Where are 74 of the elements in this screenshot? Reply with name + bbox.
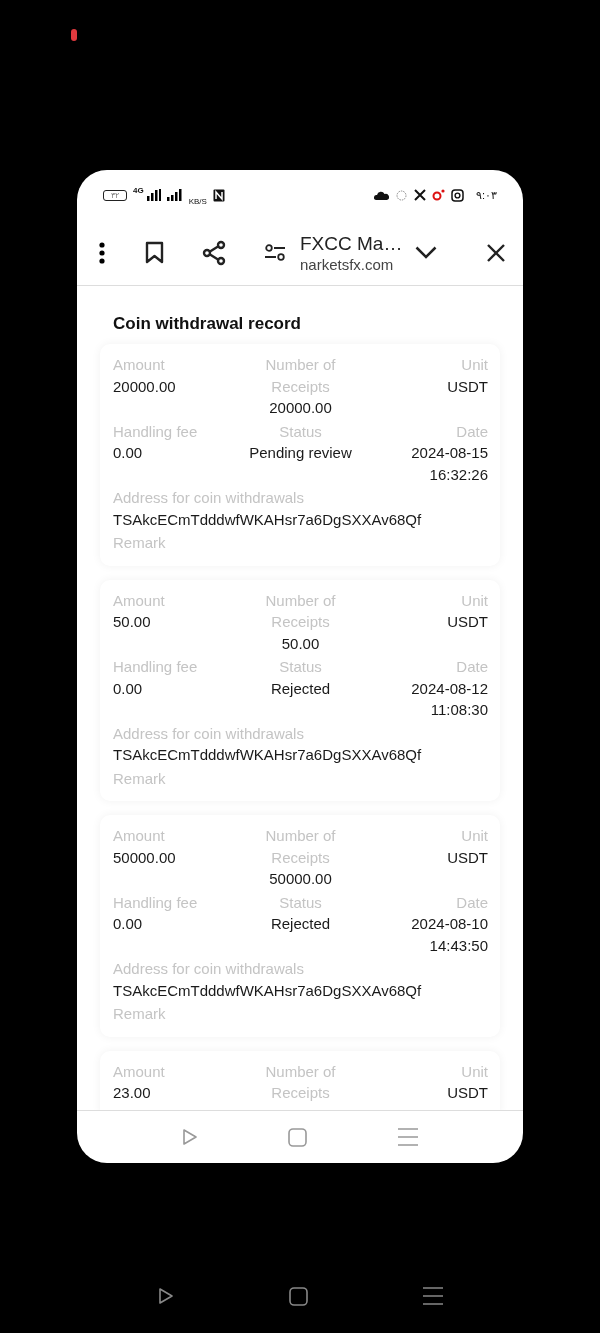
field-value: 0.00 <box>113 678 144 699</box>
chevron-down-icon[interactable] <box>415 246 437 259</box>
nfc-icon <box>212 188 225 202</box>
field-label: Number of Receipts <box>264 826 337 868</box>
page-title: FXCC Ma… <box>300 232 404 256</box>
field-label: Number of Receipts <box>264 355 337 397</box>
field-label: Status <box>279 421 322 442</box>
field-value: 50000.00 <box>113 847 177 868</box>
section-heading: Coin withdrawal record <box>113 314 302 334</box>
field-value: USDT <box>447 1083 488 1103</box>
field-label: Unit <box>461 826 488 846</box>
more-icon[interactable] <box>99 241 105 264</box>
field-value: TSAkcECmTdddwfWKAHsr7a6DgSXXAv68Qf <box>113 980 422 1001</box>
home-icon[interactable] <box>288 1286 308 1306</box>
field-value: 20000.00 <box>113 376 177 397</box>
signal-icon <box>146 189 161 201</box>
field-label: Unit <box>461 355 488 375</box>
menu-icon[interactable] <box>422 1287 443 1305</box>
bookmark-icon[interactable] <box>145 241 164 264</box>
field-label: Remark <box>113 768 166 789</box>
home-icon[interactable] <box>288 1127 308 1147</box>
field-label: Amount <box>113 1061 166 1082</box>
signal-icon <box>166 189 183 201</box>
field-value: 50.00 <box>281 633 320 654</box>
field-value: 23.00 <box>113 1083 152 1103</box>
field-label: Date <box>456 657 488 677</box>
field-value: 2024-08-12 11:08:30 <box>410 678 488 720</box>
network-type: 4G <box>133 186 144 195</box>
field-label: Amount <box>113 826 166 846</box>
field-label: Number of Receipts <box>264 1061 337 1103</box>
field-label: Remark <box>113 533 166 553</box>
back-icon[interactable] <box>157 1287 174 1305</box>
recording-indicator-icon <box>71 29 77 41</box>
field-value: USDT <box>447 847 488 868</box>
field-label: Address for coin withdrawals <box>113 723 304 744</box>
back-icon[interactable] <box>182 1128 199 1146</box>
field-value: Rejected <box>270 678 331 699</box>
field-value: 2024-08-15 16:32:26 <box>410 443 488 485</box>
clock-time: ٩:٠٣ <box>475 188 497 202</box>
page-url: narketsfx.com <box>300 256 395 273</box>
cloud-icon <box>373 190 389 200</box>
field-value: 20000.00 <box>269 398 332 418</box>
close-icon[interactable] <box>487 243 505 262</box>
field-value: USDT <box>447 612 488 632</box>
share-icon[interactable] <box>202 239 226 266</box>
camera-icon <box>450 188 464 202</box>
field-value: Pending review <box>249 443 352 463</box>
field-label: Address for coin withdrawals <box>113 488 304 508</box>
field-label: Address for coin withdrawals <box>113 959 304 979</box>
field-label: Amount <box>113 590 166 611</box>
field-label: Remark <box>113 1004 166 1024</box>
field-value: USDT <box>447 376 488 397</box>
field-value: Rejected <box>270 914 331 934</box>
speed-unit: KB/S <box>188 197 207 206</box>
field-label: Amount <box>113 355 166 375</box>
field-value: 0.00 <box>113 914 144 934</box>
field-label: Unit <box>461 1061 488 1082</box>
field-value: TSAkcECmTdddwfWKAHsr7a6DgSXXAv68Qf <box>113 509 422 530</box>
field-label: Status <box>279 892 322 913</box>
field-label: Number of Receipts <box>264 590 337 632</box>
field-label: Handling fee <box>113 657 199 677</box>
field-value: 2024-08-10 14:43:50 <box>410 914 488 956</box>
field-value: 0.00 <box>113 443 144 463</box>
field-value: TSAkcECmTdddwfWKAHsr7a6DgSXXAv68Qf <box>113 745 422 765</box>
field-label: Handling fee <box>113 421 199 442</box>
field-label: Status <box>279 657 322 677</box>
field-label: Unit <box>461 590 488 611</box>
field-label: Date <box>456 421 488 442</box>
field-label: Handling fee <box>113 892 199 913</box>
field-label: Date <box>456 892 488 913</box>
field-value: 50.00 <box>113 612 152 632</box>
battery-level: ٣٢ <box>103 189 127 201</box>
settings-icon[interactable] <box>264 243 286 262</box>
field-value: 50000.00 <box>269 869 332 889</box>
